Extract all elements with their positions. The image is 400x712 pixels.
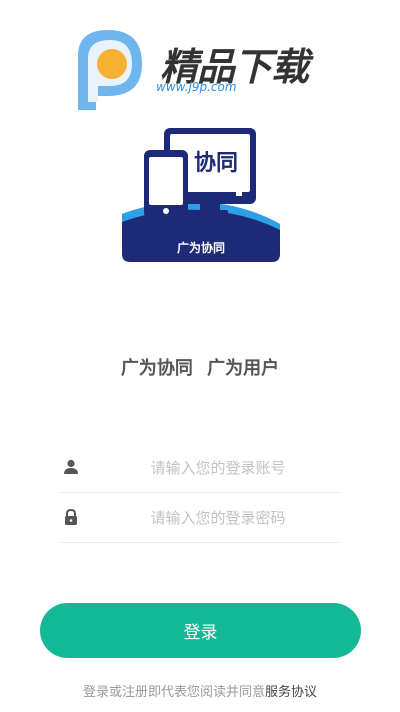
agreement-prefix: 登录或注册即代表您阅读并同意 bbox=[82, 685, 265, 700]
watermark: 精品下载 www.j9p.com bbox=[68, 26, 328, 116]
slogan-part-2: 广为用户 bbox=[207, 358, 280, 379]
password-input[interactable] bbox=[100, 503, 336, 533]
watermark-logo-icon bbox=[78, 30, 142, 110]
username-input[interactable] bbox=[100, 453, 336, 483]
slogan-part-1: 广为协同 bbox=[120, 358, 193, 379]
logo-screen-text: 协同 bbox=[194, 151, 238, 176]
password-field bbox=[60, 493, 341, 543]
user-icon bbox=[64, 459, 78, 474]
login-button[interactable]: 登录 bbox=[40, 603, 361, 658]
app-logo: 协同 广为协同 bbox=[122, 128, 280, 262]
logo-banner-text: 广为协同 bbox=[177, 240, 225, 255]
lock-icon bbox=[65, 508, 77, 525]
agreement-text: 登录或注册即代表您阅读并同意服务协议 bbox=[0, 681, 400, 700]
watermark-url: www.j9p.com bbox=[156, 80, 237, 94]
username-field bbox=[60, 443, 341, 493]
slogan: 广为协同 广为用户 bbox=[0, 354, 400, 380]
service-agreement-link[interactable]: 服务协议 bbox=[265, 685, 317, 700]
